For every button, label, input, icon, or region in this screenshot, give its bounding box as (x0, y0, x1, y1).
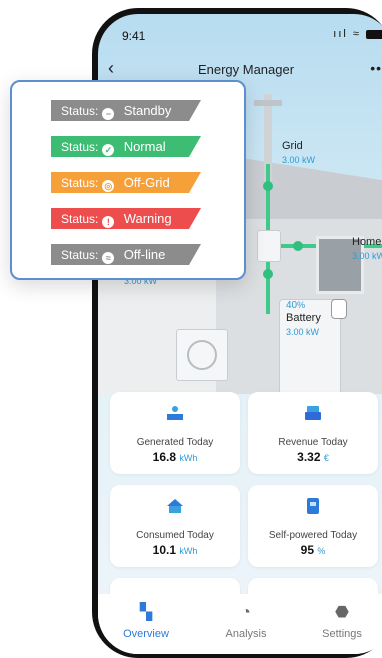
wifi-off-circle-icon: ≈ (102, 252, 115, 264)
inverter[interactable] (257, 230, 281, 262)
plug-icon (331, 299, 347, 319)
tab-label: Overview (123, 628, 169, 640)
alert-circle-icon: ! (102, 216, 115, 228)
signal-icon: ııl (333, 28, 348, 40)
card-value: 3.32 € (297, 450, 329, 464)
battery-status-icon (366, 29, 382, 39)
card-label: Generated Today (136, 437, 214, 448)
status-prefix: Status: (61, 176, 99, 190)
home-label: Home (352, 236, 382, 248)
battery-percent: 40% (286, 300, 306, 311)
tab-label: Analysis (225, 628, 267, 640)
status-prefix: Status: (61, 104, 99, 118)
revenue-icon (305, 406, 321, 420)
card-label: Consumed Today (136, 530, 214, 541)
gear-icon: ⬣ (335, 604, 349, 621)
page-title: Energy Manager (197, 62, 295, 77)
battery-label: Battery (286, 312, 321, 324)
consumed-today-card[interactable]: Consumed Today 10.1 kWh (110, 485, 240, 567)
status-prefix: Status: (61, 248, 99, 262)
self-powered-icon (307, 498, 319, 514)
generated-today-card[interactable]: Generated Today 16.8 kWh (110, 392, 240, 474)
status-standby: Status: − Standby (51, 100, 201, 121)
pie-chart-icon: ◔ (241, 604, 251, 621)
more-options-button[interactable]: ••• (370, 60, 382, 76)
status-off-grid: Status: ◎ Off-Grid (51, 172, 201, 193)
status-legend-popup: Status: − Standby Status: ✓ Normal Statu… (10, 80, 246, 280)
grid-label: Grid (282, 140, 303, 152)
tab-label: Settings (322, 628, 362, 640)
flow-node-home (293, 241, 303, 251)
clock: 9:41 (122, 29, 146, 43)
status-value: Warning (123, 211, 172, 226)
house-consumption-icon (167, 499, 183, 513)
battery-value: 3.00 kW (286, 327, 320, 337)
off-grid-circle-icon: ◎ (102, 180, 115, 192)
self-powered-today-card[interactable]: Self-powered Today 95 % (248, 485, 378, 567)
grid-value: 3.00 kW (282, 155, 316, 165)
system-icons: ııl ≈ (333, 28, 382, 40)
check-circle-icon: ✓ (102, 144, 115, 156)
status-prefix: Status: (61, 140, 99, 154)
fan-icon (187, 340, 217, 370)
status-prefix: Status: (61, 212, 99, 226)
tab-bar: ▚ Overview ◔ Analysis ⬣ Settings (98, 594, 382, 654)
overview-icon: ▚ (139, 604, 153, 621)
ac-unit (176, 329, 228, 381)
flow-node-battery (263, 269, 273, 279)
status-value: Normal (123, 139, 166, 154)
revenue-today-card[interactable]: Revenue Today 3.32 € (248, 392, 378, 474)
flow-node-grid (263, 181, 273, 191)
solar-panel-icon (167, 406, 183, 420)
status-normal: Status: ✓ Normal (51, 136, 201, 157)
card-label: Revenue Today (278, 437, 348, 448)
minus-circle-icon: − (102, 108, 115, 120)
home-value: 3.00 kW (352, 251, 382, 261)
status-value: Off-Grid (123, 175, 170, 190)
power-pole-crossarm (254, 100, 282, 106)
status-bar: 9:41 ııl ≈ (98, 14, 382, 54)
status-value: Standby (123, 103, 172, 118)
card-value: 10.1 kWh (152, 543, 198, 557)
tab-overview[interactable]: ▚ Overview (106, 604, 186, 642)
wifi-icon: ≈ (352, 28, 361, 40)
card-value: 16.8 kWh (152, 450, 198, 464)
card-value: 95 % (300, 543, 326, 557)
tab-analysis[interactable]: ◔ Analysis (206, 604, 286, 642)
status-off-line: Status: ≈ Off-line (51, 244, 201, 265)
status-warning: Status: ! Warning (51, 208, 201, 229)
tab-settings[interactable]: ⬣ Settings (302, 604, 382, 642)
status-value: Off-line (123, 247, 166, 262)
card-label: Self-powered Today (268, 530, 358, 541)
